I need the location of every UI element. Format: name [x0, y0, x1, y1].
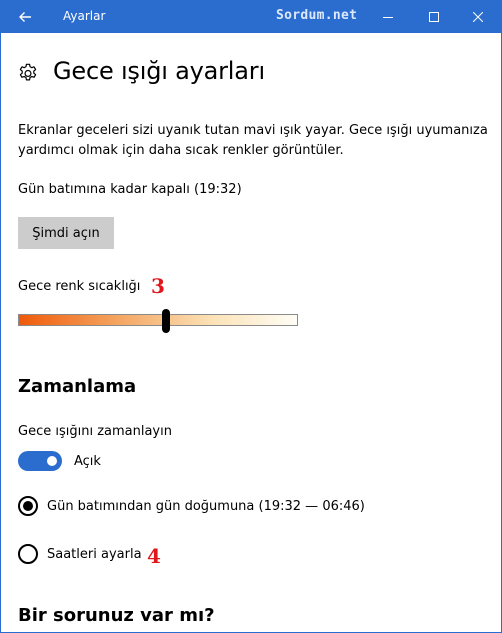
maximize-icon	[429, 12, 439, 22]
toggle-knob	[47, 456, 57, 466]
title-bar: Ayarlar Sordum.net	[1, 1, 501, 33]
radio-sunset-to-sunrise-label[interactable]: Gün batımından gün doğumuna (19:32 — 06:…	[47, 499, 365, 514]
gear-icon	[19, 63, 37, 81]
back-button[interactable]	[1, 1, 49, 33]
schedule-toggle[interactable]	[18, 451, 62, 471]
schedule-heading: Zamanlama	[18, 376, 137, 397]
color-temperature-slider[interactable]	[18, 314, 298, 326]
color-temperature-label: Gece renk sıcaklığı	[18, 279, 141, 294]
app-title: Ayarlar	[63, 9, 106, 23]
arrow-left-icon	[19, 12, 31, 22]
toggle-state-text: Açık	[74, 454, 101, 469]
radio-selected-dot	[23, 501, 33, 511]
slider-thumb[interactable]	[162, 309, 171, 333]
help-heading: Bir sorunuz var mı?	[18, 605, 215, 626]
maximize-button[interactable]	[411, 1, 457, 33]
settings-window: Ayarlar Sordum.net Gece ışığı ayarları E…	[0, 0, 502, 633]
minimize-icon	[383, 17, 393, 18]
description-text: Ekranlar geceleri sizi uyanık tutan mavi…	[18, 123, 488, 158]
close-icon	[473, 12, 483, 22]
annotation-3: 3	[151, 274, 165, 298]
radio-sunset-to-sunrise[interactable]	[18, 496, 38, 516]
annotation-4: 4	[147, 544, 161, 568]
page-title: Gece ışığı ayarları	[53, 57, 265, 85]
schedule-label: Gece ışığını zamanlayın	[18, 424, 172, 439]
radio-set-hours-label[interactable]: Saatleri ayarla	[47, 547, 142, 562]
turn-on-now-button[interactable]: Şimdi açın	[18, 217, 114, 249]
radio-set-hours[interactable]	[18, 544, 38, 564]
minimize-button[interactable]	[365, 1, 411, 33]
watermark: Sordum.net	[276, 8, 358, 23]
close-button[interactable]	[455, 1, 501, 33]
status-text: Gün batımına kadar kapalı (19:32)	[18, 182, 242, 197]
